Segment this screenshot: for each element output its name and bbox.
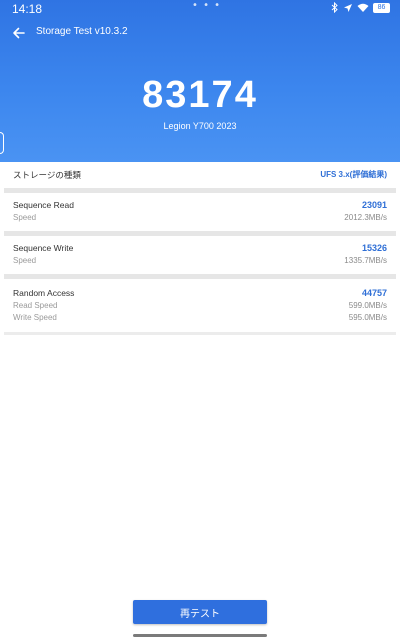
status-icons: 86 [331,2,390,13]
app-title: Storage Test v10.3.2 [36,26,128,37]
location-arrow-icon [343,3,353,13]
random-access-read-speed: 599.0MB/s [348,301,387,310]
back-arrow-icon[interactable] [10,24,28,42]
random-access-label: Random Access [13,288,75,298]
random-access-row: Random Access 44757 Read Speed 599.0MB/s… [4,279,396,331]
sequence-read-speed-label: Speed [13,213,37,222]
total-score: 83174 [142,74,258,116]
sequence-write-label: Sequence Write [13,243,74,253]
battery-icon: 86 [373,2,390,13]
sequence-write-row: Sequence Write 15326 Speed 1335.7MB/s [4,236,396,274]
sequence-write-score: 15326 [361,243,387,253]
app-bar: Storage Test v10.3.2 [0,22,400,44]
side-panel-handle[interactable] [0,132,4,154]
sequence-read-row: Sequence Read 23091 Speed 2012.3MB/s [4,193,396,231]
sequence-write-speed: 1335.7MB/s [344,256,387,265]
wifi-icon [357,3,369,13]
section-divider [4,332,396,335]
random-access-write-label: Write Speed [13,313,57,322]
gesture-nav-bar[interactable] [133,634,267,637]
storage-type-row: ストレージの種類 UFS 3.x(評価結果) [4,162,396,188]
status-time: 14:18 [12,2,43,16]
sequence-write-speed-label: Speed [13,256,37,265]
random-access-read-label: Read Speed [13,301,58,310]
random-access-write-speed: 595.0MB/s [348,313,387,322]
sequence-read-speed: 2012.3MB/s [344,213,387,222]
retest-button[interactable]: 再テスト [133,600,267,624]
device-name: Legion Y700 2023 [163,121,237,131]
status-dots: • • • [192,0,222,11]
sequence-read-score: 23091 [361,200,387,210]
storage-type-label: ストレージの種類 [13,170,81,180]
status-bar: 14:18 • • • 86 [0,0,400,18]
random-access-score: 44757 [361,288,387,298]
storage-type-value: UFS 3.x(評価結果) [320,170,387,179]
bluetooth-icon [331,2,339,13]
sequence-read-label: Sequence Read [13,200,74,210]
